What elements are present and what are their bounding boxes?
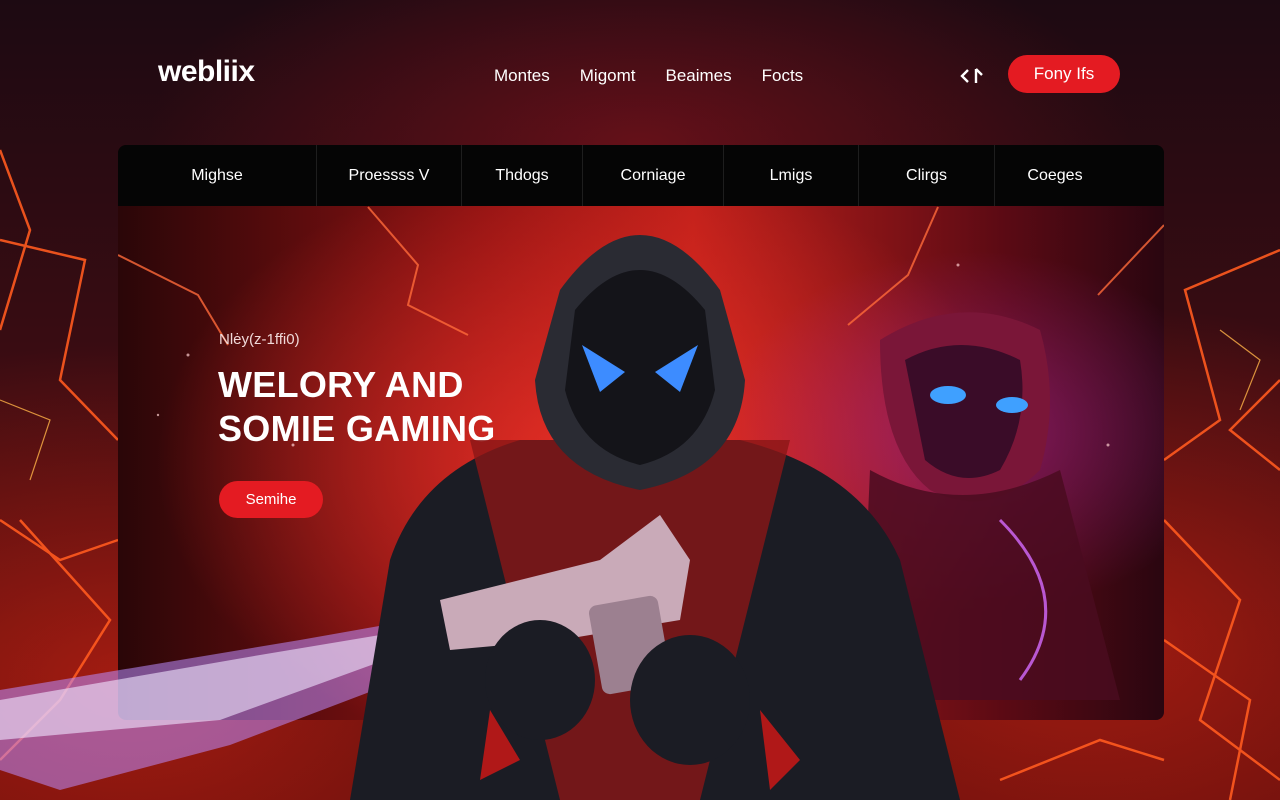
topnav-item-beaimes[interactable]: Beaimes	[665, 66, 731, 86]
category-tab-proessss[interactable]: Proessss V	[317, 145, 462, 206]
topnav-item-montes[interactable]: Montes	[494, 66, 550, 86]
hero-kicker: Nlėy(z-1ffi0)	[219, 331, 300, 348]
header-cta-button[interactable]: Fony Ifs	[1008, 55, 1120, 93]
brand-logo[interactable]: webliix	[158, 55, 255, 89]
category-tab-lmigs[interactable]: Lmigs	[724, 145, 859, 206]
hero-headline: WELORY AND SOMIE GAMING	[218, 363, 496, 451]
hero-headline-line1: WELORY AND	[218, 364, 464, 405]
hero-headline-line2: SOMIE GAMING	[218, 408, 496, 449]
category-tab-coeges[interactable]: Coeges	[995, 145, 1115, 206]
share-icon[interactable]	[958, 64, 986, 88]
topnav-item-migomt[interactable]: Migomt	[580, 66, 636, 86]
category-tab-mighse[interactable]: Mighse	[118, 145, 317, 206]
top-navigation: Montes Migomt Beaimes Focts	[494, 66, 803, 86]
category-tab-clirgs[interactable]: Clirgs	[859, 145, 995, 206]
hero-panel: Mighse Proessss V Thdogs Corniage Lmigs …	[118, 145, 1164, 720]
hero-action-button[interactable]: Semihe	[219, 481, 323, 518]
category-tab-thdogs[interactable]: Thdogs	[462, 145, 583, 206]
category-bar: Mighse Proessss V Thdogs Corniage Lmigs …	[118, 145, 1164, 206]
topnav-item-focts[interactable]: Focts	[762, 66, 804, 86]
category-tab-corniage[interactable]: Corniage	[583, 145, 724, 206]
